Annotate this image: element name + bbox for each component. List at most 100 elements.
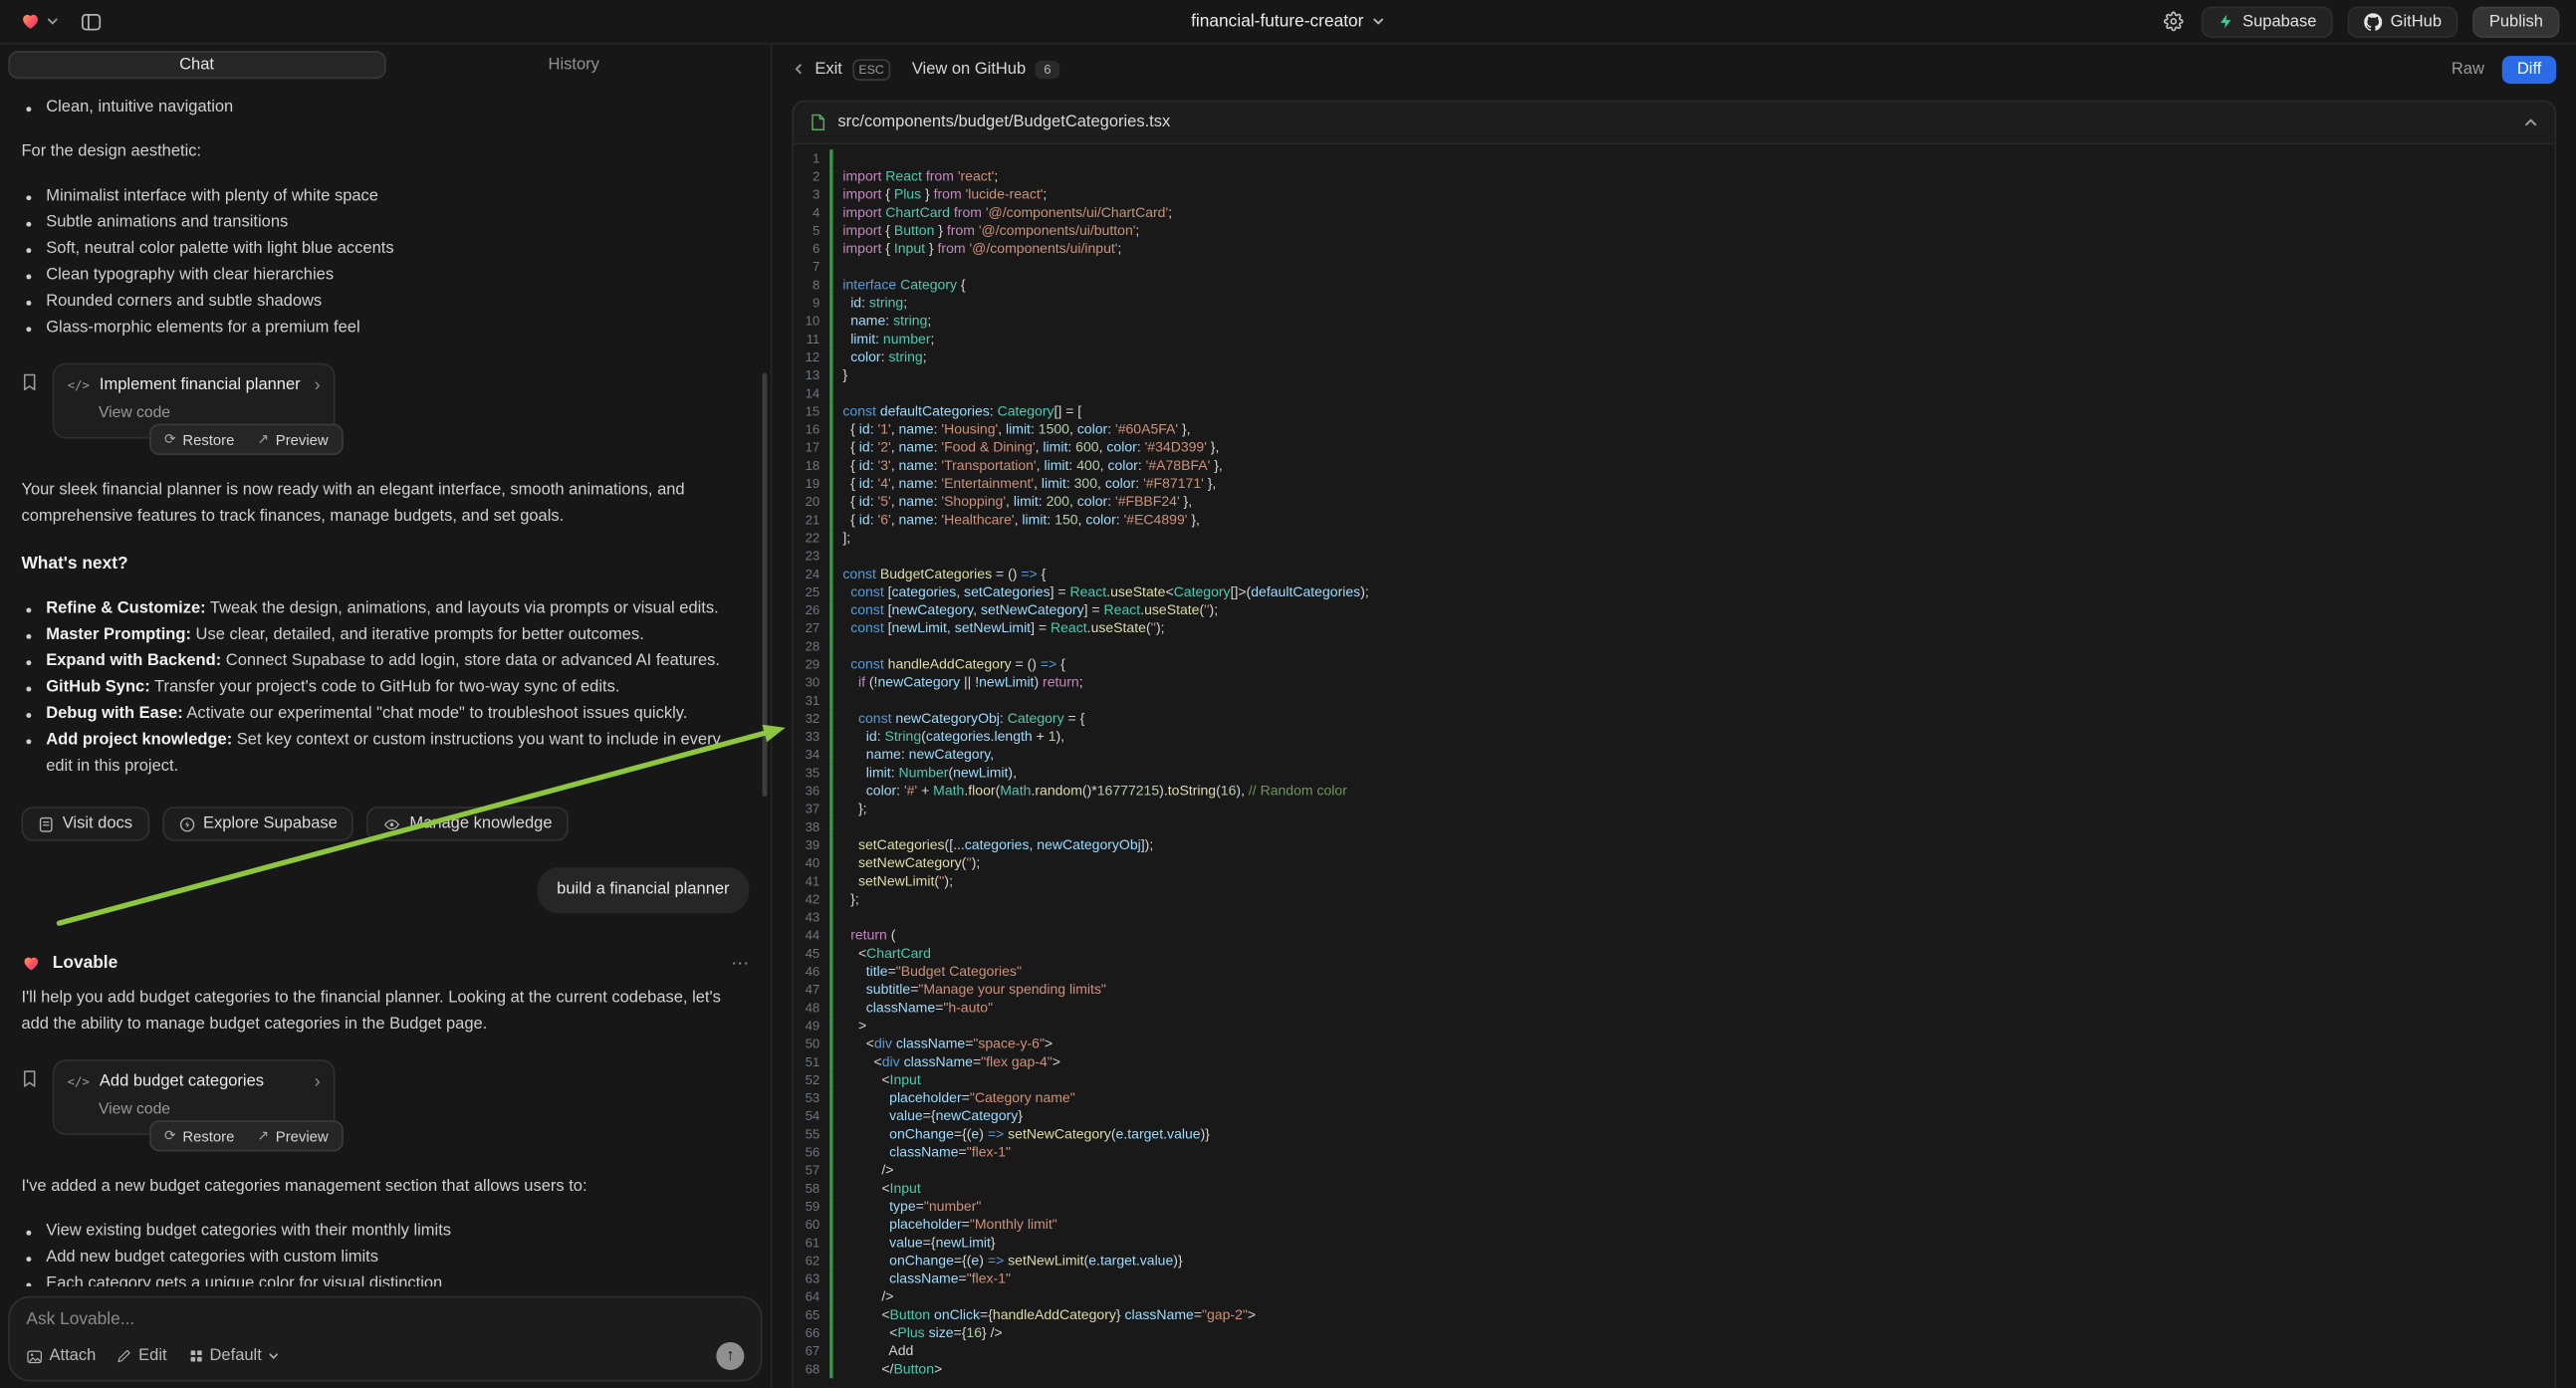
publish-button[interactable]: Publish xyxy=(2472,6,2559,37)
code-line: 5import { Button } from '@/components/ui… xyxy=(794,222,2555,240)
line-number: 3 xyxy=(794,185,829,203)
diff-file-card: src/components/budget/BudgetCategories.t… xyxy=(792,101,2556,1388)
next-steps-list: Refine & Customize: Tweak the design, an… xyxy=(21,596,749,781)
step-bold: Refine & Customize: xyxy=(46,599,205,617)
app-window: financial-future-creator Supabase GitHub… xyxy=(0,0,2576,1388)
chat-tabs: Chat History xyxy=(8,51,762,79)
explore-supabase-button[interactable]: Explore Supabase xyxy=(162,807,354,841)
line-number: 49 xyxy=(794,1017,829,1035)
chat-scrollbar[interactable] xyxy=(763,373,768,798)
list-item: Master Prompting: Use clear, detailed, a… xyxy=(21,622,749,648)
list-item: Add project knowledge: Set key context o… xyxy=(21,728,749,781)
added-bullet-list: View existing budget categories with the… xyxy=(21,1219,749,1286)
model-icon xyxy=(188,1349,203,1364)
code-line: 57 /> xyxy=(794,1161,2555,1179)
edit-mode-button[interactable]: Edit xyxy=(117,1347,167,1365)
code-line: 30 if (!newCategory || !newLimit) return… xyxy=(794,673,2555,691)
esc-badge: ESC xyxy=(852,59,891,80)
line-number: 58 xyxy=(794,1180,829,1198)
chevron-left-icon xyxy=(792,63,805,76)
github-count-badge: 6 xyxy=(1036,60,1059,78)
list-item: Subtle animations and transitions xyxy=(21,210,749,236)
code-line: 12 color: string; xyxy=(794,348,2555,366)
supabase-label: Supabase xyxy=(2242,12,2316,30)
explore-supabase-label: Explore Supabase xyxy=(203,814,338,832)
line-number: 31 xyxy=(794,692,829,710)
panel-icon xyxy=(81,11,102,32)
list-item: GitHub Sync: Transfer your project's cod… xyxy=(21,675,749,701)
tab-history[interactable]: History xyxy=(385,51,763,79)
docs-icon xyxy=(38,815,54,831)
preview-button[interactable]: ↗ Preview xyxy=(246,427,340,452)
line-number: 20 xyxy=(794,493,829,511)
line-number: 68 xyxy=(794,1360,829,1378)
tab-chat[interactable]: Chat xyxy=(8,51,385,79)
visit-docs-button[interactable]: Visit docs xyxy=(21,807,148,841)
code-line: 32 const newCategoryObj: Category = { xyxy=(794,710,2555,728)
line-number: 22 xyxy=(794,529,829,547)
raw-toggle[interactable]: Raw xyxy=(2452,60,2484,78)
workspace-menu-button[interactable] xyxy=(16,8,62,34)
line-number: 35 xyxy=(794,764,829,782)
code-line: 51 <div className="flex gap-4"> xyxy=(794,1053,2555,1071)
manage-knowledge-button[interactable]: Manage knowledge xyxy=(367,807,569,841)
file-header[interactable]: src/components/budget/BudgetCategories.t… xyxy=(794,102,2555,144)
list-item: Refine & Customize: Tweak the design, an… xyxy=(21,596,749,622)
code-line: 33 id: String(categories.length + 1), xyxy=(794,728,2555,746)
code-line: 31 xyxy=(794,692,2555,710)
model-selector[interactable]: Default xyxy=(188,1347,280,1365)
diff-toggle[interactable]: Diff xyxy=(2502,55,2556,83)
user-message-bubble: build a financial planner xyxy=(537,867,749,913)
code-line: 67 Add xyxy=(794,1342,2555,1360)
exit-button[interactable]: Exit ESC xyxy=(792,59,890,80)
chat-input[interactable] xyxy=(26,1309,744,1329)
restore-icon: ⟳ xyxy=(164,1127,176,1145)
code-line: 3import { Plus } from 'lucide-react'; xyxy=(794,185,2555,203)
restore-button[interactable]: ⟳ Restore xyxy=(152,427,245,452)
line-number: 65 xyxy=(794,1306,829,1324)
send-button[interactable]: ↑ xyxy=(716,1342,744,1370)
chevron-right-icon: › xyxy=(315,377,321,393)
step-bold: Add project knowledge: xyxy=(46,731,232,749)
code-line: 15const defaultCategories: Category[] = … xyxy=(794,402,2555,420)
attach-label: Attach xyxy=(49,1347,96,1365)
message-menu-button[interactable]: ⋯ xyxy=(731,952,749,973)
line-number: 55 xyxy=(794,1125,829,1143)
step-text: Activate our experimental "chat mode" to… xyxy=(183,705,688,723)
attach-button[interactable]: Attach xyxy=(26,1347,96,1365)
code-line: 61 value={newLimit} xyxy=(794,1234,2555,1252)
code-line: 40 setNewCategory(''); xyxy=(794,854,2555,872)
code-line: 66 <Plus size={16} /> xyxy=(794,1324,2555,1342)
settings-button[interactable] xyxy=(2161,8,2187,34)
design-heading: For the design aesthetic: xyxy=(21,139,749,165)
restore-button[interactable]: ⟳ Restore xyxy=(152,1124,245,1149)
line-number: 15 xyxy=(794,402,829,420)
sidebar-toggle-button[interactable] xyxy=(78,7,106,35)
code-line: 1 xyxy=(794,149,2555,167)
restore-label: Restore xyxy=(182,1128,234,1144)
code-line: 64 /> xyxy=(794,1287,2555,1305)
preview-button[interactable]: ↗ Preview xyxy=(246,1124,340,1149)
line-number: 12 xyxy=(794,348,829,366)
code-line: 20 { id: '5', name: 'Shopping', limit: 2… xyxy=(794,493,2555,511)
preview-label: Preview xyxy=(276,431,329,447)
github-button[interactable]: GitHub xyxy=(2348,6,2459,37)
supabase-button[interactable]: Supabase xyxy=(2202,6,2333,37)
code-line: 41 setNewLimit(''); xyxy=(794,872,2555,890)
line-number: 39 xyxy=(794,836,829,854)
project-switcher[interactable]: financial-future-creator xyxy=(1191,12,1385,32)
line-number: 16 xyxy=(794,420,829,438)
list-item: Add new budget categories with custom li… xyxy=(21,1246,749,1272)
send-icon: ↑ xyxy=(726,1347,734,1365)
file-icon xyxy=(810,114,825,131)
code-line: 21 { id: '6', name: 'Healthcare', limit:… xyxy=(794,511,2555,529)
line-number: 33 xyxy=(794,728,829,746)
card-toolbar: ⟳ Restore ↗ Preview xyxy=(149,424,343,455)
card-toolbar: ⟳ Restore ↗ Preview xyxy=(149,1120,343,1151)
chat-composer: Attach Edit Default ↑ xyxy=(8,1296,762,1382)
collapse-file-button[interactable] xyxy=(2523,115,2538,129)
bookmark-icon xyxy=(21,373,37,393)
view-on-github-button[interactable]: View on GitHub 6 xyxy=(912,60,1059,78)
list-item: Rounded corners and subtle shadows xyxy=(21,289,749,315)
line-number: 24 xyxy=(794,566,829,583)
